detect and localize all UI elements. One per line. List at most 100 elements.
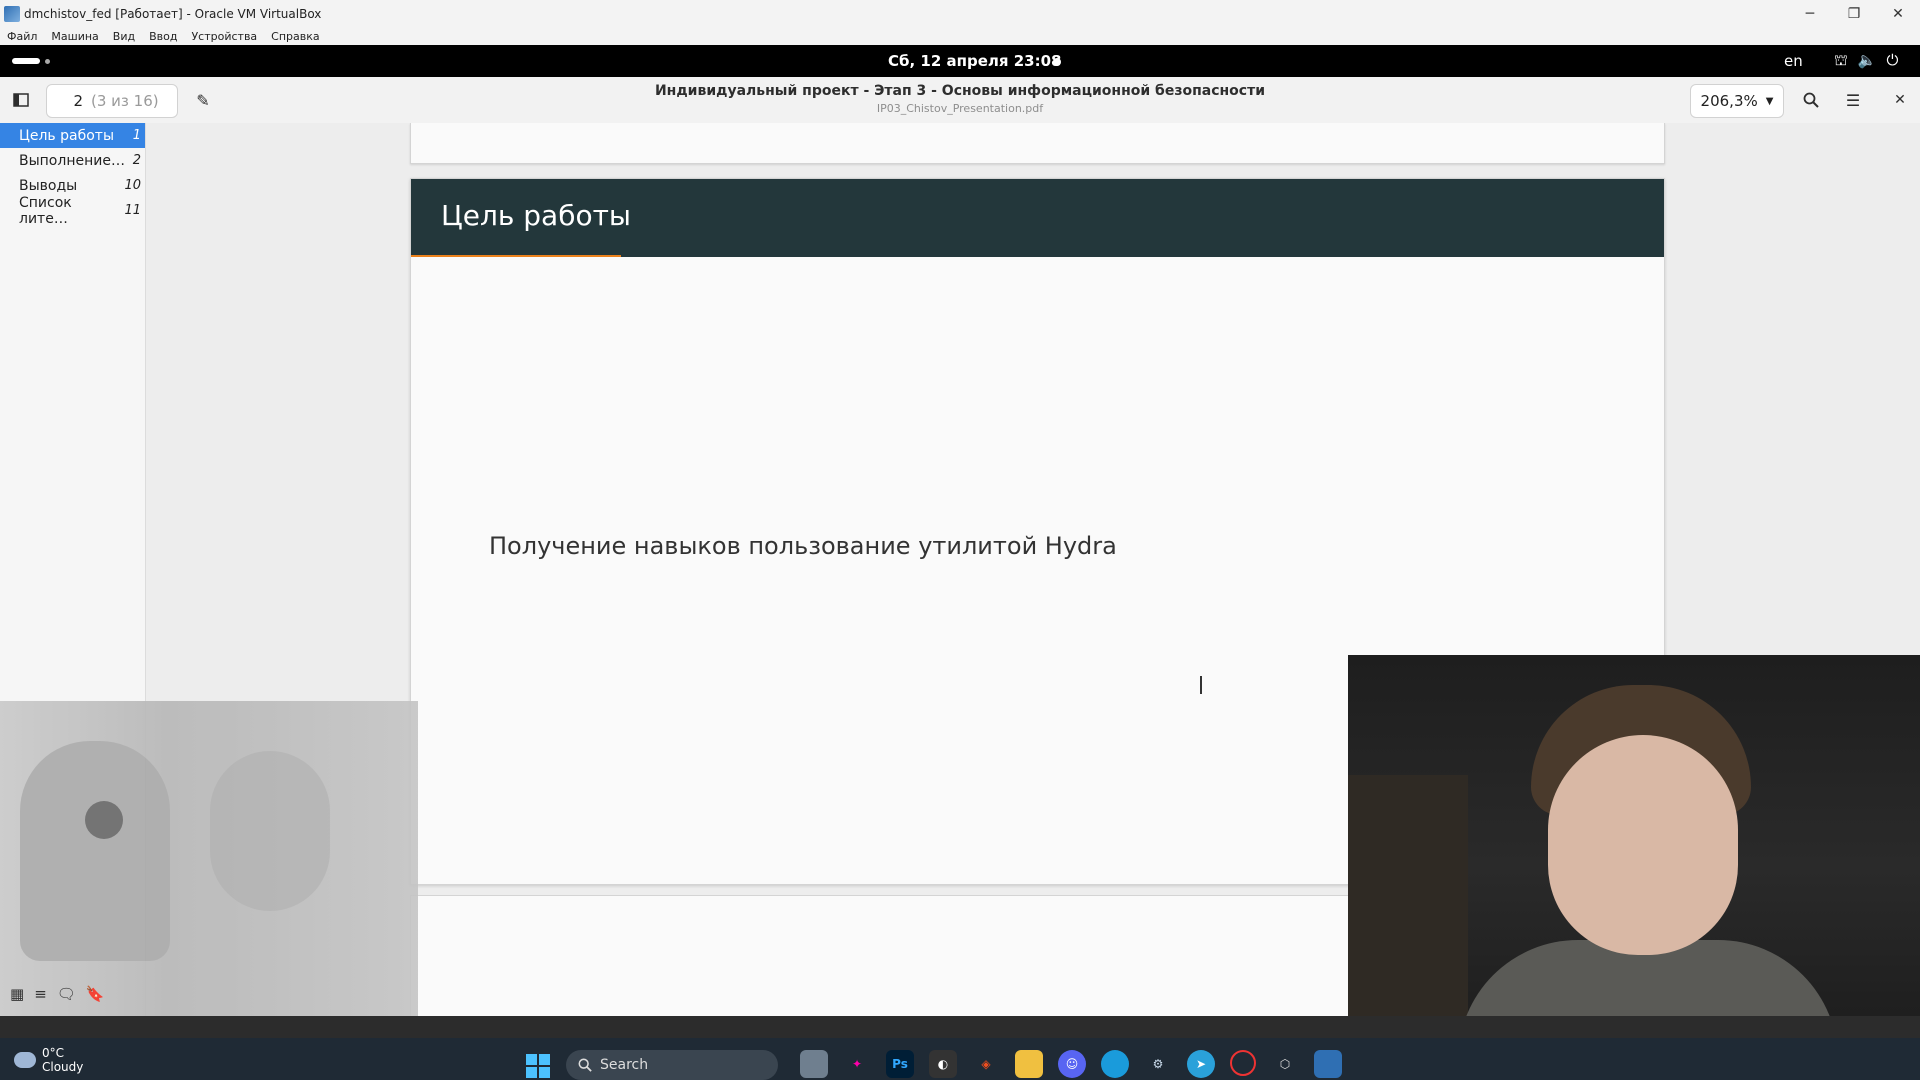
taskbar-strip (0, 1016, 1920, 1038)
power-icon: ⏻ (1886, 51, 1899, 69)
sidebar-icon (13, 93, 29, 107)
workspace-indicator-icon (12, 58, 40, 64)
main-menu-button[interactable]: ☰ (1837, 84, 1869, 116)
toc-item[interactable]: Выполнение… 2 (0, 148, 145, 173)
window-controls: ─ ❐ ✕ (1788, 0, 1920, 27)
toc-item-page: 1 (132, 128, 141, 143)
thumbnails-icon[interactable]: ▦ (10, 985, 24, 1003)
slide-body-text: Получение навыков пользование утилитой H… (489, 532, 1117, 560)
document-title: Индивидуальный проект - Этап 3 - Основы … (654, 83, 1266, 99)
restore-icon[interactable]: ❐ (1832, 0, 1876, 27)
clock[interactable]: Сб, 12 апреля 23:08 (888, 52, 1061, 70)
menu-file[interactable]: Файл (0, 30, 44, 43)
close-viewer-button[interactable]: ✕ (1884, 84, 1916, 116)
page-selector[interactable]: 2 (3 из 16) (46, 84, 178, 118)
system-menu[interactable]: ⛫ 🔈 ⏻ (1834, 51, 1898, 71)
start-button[interactable] (526, 1054, 550, 1078)
gnome-top-bar: Сб, 12 апреля 23:08 en ⛫ 🔈 ⏻ (0, 45, 1920, 77)
ghost-face-image (210, 751, 330, 911)
close-icon: ✕ (1894, 92, 1906, 108)
toc-item-label: Цель работы (19, 127, 115, 144)
document-filename: IP03_Chistov_Presentation.pdf (876, 102, 1044, 115)
toc-item-label: Выполнение… (19, 152, 125, 169)
close-icon[interactable]: ✕ (1876, 0, 1920, 27)
virtualbox-icon (4, 5, 20, 22)
page-number-input[interactable]: 2 (47, 92, 91, 110)
annotations-icon[interactable]: 🗨 (57, 985, 76, 1003)
cloud-icon (14, 1052, 36, 1068)
search-icon (1803, 92, 1819, 108)
overlay-image (0, 701, 418, 1016)
windows-taskbar: 0°C Cloudy Search ✦ Ps ◐ ◈ ☺ ⚙ ➤ ⬡ (0, 1016, 1920, 1080)
toc-item-page: 11 (124, 203, 141, 218)
windows-logo-icon (526, 1054, 537, 1065)
photoshop-icon[interactable]: Ps (886, 1050, 914, 1078)
figma-icon[interactable]: ◈ (972, 1050, 1000, 1078)
activities-button[interactable] (12, 58, 50, 64)
minimize-icon[interactable]: ─ (1788, 0, 1832, 27)
search-button[interactable] (1795, 84, 1827, 116)
volume-icon: 🔈 (1857, 51, 1877, 69)
annotate-button[interactable]: ✎ (187, 84, 219, 116)
bookmark-icon[interactable]: 🔖 (86, 985, 105, 1003)
weather-temperature: 0°C (42, 1046, 65, 1060)
search-label: Search (600, 1057, 649, 1073)
pencil-icon: ✎ (196, 90, 210, 110)
cat-eye (85, 801, 123, 839)
discord-icon[interactable]: ☺ (1058, 1050, 1086, 1078)
viewer-header: 2 (3 из 16) ✎ Индивидуальный проект - Эт… (0, 77, 1920, 124)
telegram-icon[interactable]: ➤ (1187, 1050, 1215, 1078)
steam-icon[interactable]: ⚙ (1144, 1050, 1172, 1078)
star-icon[interactable]: ✦ (843, 1050, 871, 1078)
text-cursor-icon (1200, 676, 1202, 694)
windows-logo-icon (539, 1067, 550, 1078)
network-icon: ⛫ (1834, 51, 1848, 69)
outline-icon[interactable]: ≡ (34, 985, 47, 1003)
menu-devices[interactable]: Устройства (184, 30, 264, 43)
person-face (1548, 735, 1738, 955)
toc-item[interactable]: Список лите… 11 (0, 195, 145, 227)
sidebar-tabs: ▦ ≡ 🗨 🔖 (0, 976, 155, 1012)
zoom-selector[interactable]: 206,3% ▼ (1690, 84, 1784, 118)
menu-input[interactable]: Ввод (142, 30, 184, 43)
cat-image (20, 741, 170, 961)
chevron-down-icon: ▼ (1765, 95, 1774, 107)
toc-item-label: Список лите… (19, 194, 72, 227)
davinci-icon[interactable]: ◐ (929, 1050, 957, 1078)
page-count: (3 из 16) (91, 92, 159, 110)
menu-machine[interactable]: Машина (44, 30, 105, 43)
zoom-value: 206,3% (1700, 92, 1758, 110)
hamburger-icon: ☰ (1845, 90, 1861, 110)
weather-widget[interactable]: 0°C Cloudy (14, 1046, 83, 1074)
vbox-title-bar: dmchistov_fed [Работает] - Oracle VM Vir… (0, 0, 1920, 28)
toc-item-page: 2 (132, 153, 141, 168)
menu-help[interactable]: Справка (264, 30, 326, 43)
weather-condition: Cloudy (42, 1060, 84, 1074)
windows-logo-icon (526, 1067, 537, 1078)
search-icon (578, 1058, 592, 1072)
notification-dot-icon (1053, 58, 1061, 66)
opera-icon[interactable] (1230, 1050, 1256, 1076)
vbox-menu-bar: Файл Машина Вид Ввод Устройства Справка (0, 27, 1920, 46)
folder-icon[interactable] (1015, 1050, 1043, 1078)
box-icon[interactable]: ⬡ (1271, 1050, 1299, 1078)
toc-item[interactable]: Цель работы 1 (0, 123, 145, 148)
workspace-dot-icon (45, 58, 50, 64)
virtualbox-icon[interactable] (1314, 1050, 1342, 1078)
keyboard-layout[interactable]: en (1784, 52, 1803, 70)
slide-header: Цель работы (411, 179, 1664, 257)
pinned-apps: ✦ Ps ◐ ◈ ☺ ⚙ ➤ ⬡ (800, 1050, 1342, 1078)
edge-icon[interactable] (1101, 1050, 1129, 1078)
slide-accent-bar (411, 255, 621, 257)
vbox-window-title: dmchistov_fed [Работает] - Oracle VM Vir… (24, 6, 322, 21)
sidebar-toggle-button[interactable] (5, 84, 37, 116)
toc-item-page: 10 (124, 178, 141, 193)
weather-text: 0°C Cloudy (42, 1046, 83, 1074)
menu-view[interactable]: Вид (106, 30, 142, 43)
task-view-icon[interactable] (800, 1050, 828, 1078)
previous-page (410, 123, 1665, 164)
slide-title: Цель работы (441, 199, 632, 232)
taskbar-search[interactable]: Search (566, 1050, 778, 1080)
toc-item-label: Выводы (19, 177, 78, 194)
windows-logo-icon (539, 1054, 550, 1065)
